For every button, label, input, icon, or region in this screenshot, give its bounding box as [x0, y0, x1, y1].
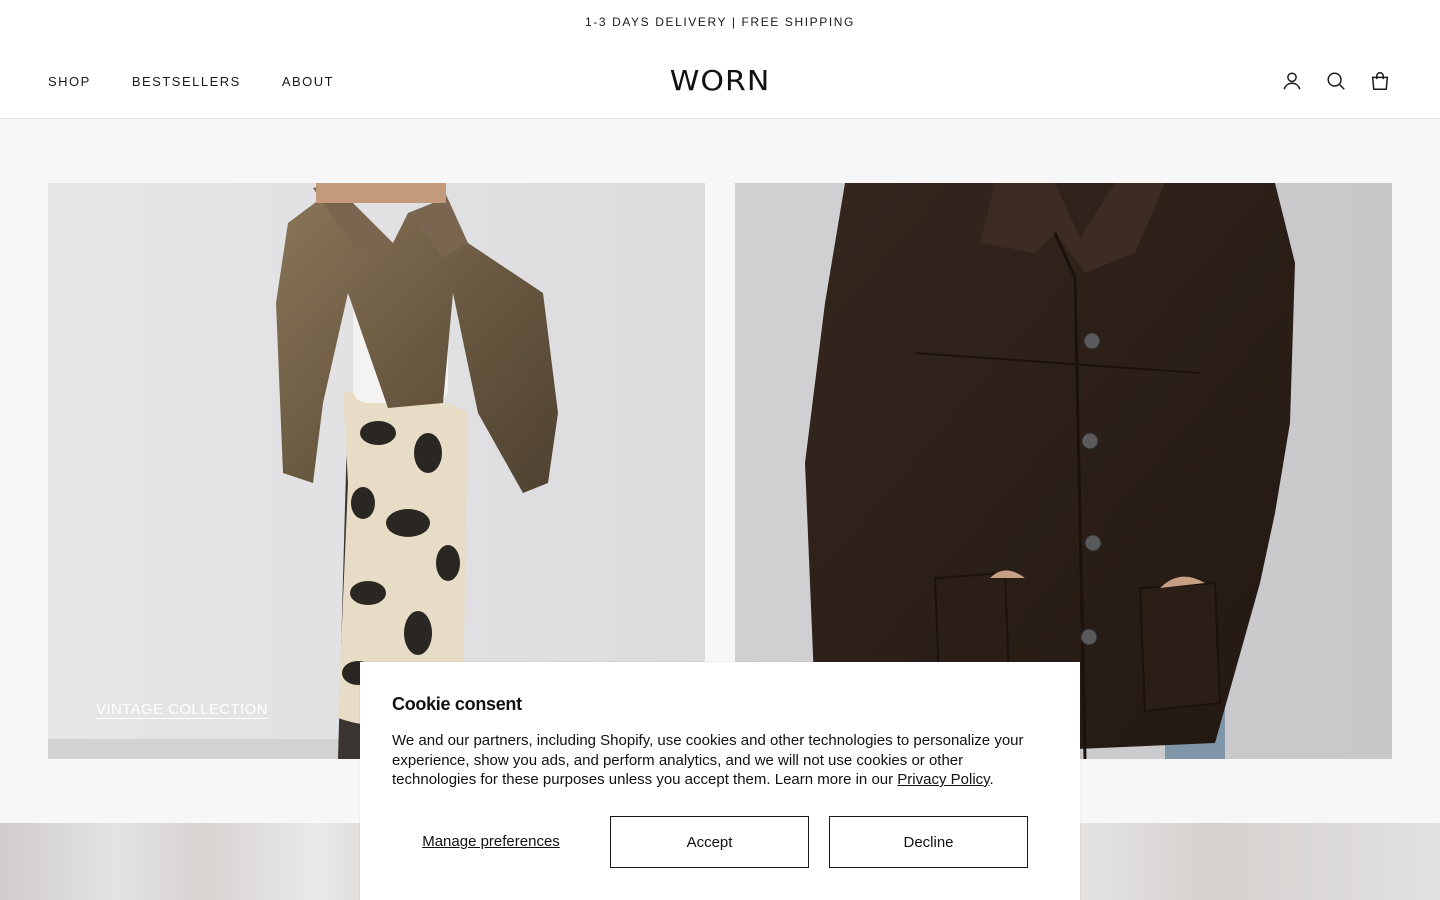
cookie-actions: Manage preferences Accept Decline: [392, 816, 1048, 868]
accept-button[interactable]: Accept: [610, 816, 809, 868]
announcement-text: 1-3 DAYS DELIVERY | FREE SHIPPING: [585, 15, 855, 29]
decline-button[interactable]: Decline: [829, 816, 1028, 868]
main-nav: SHOP BESTSELLERS ABOUT: [48, 44, 375, 118]
nav-about[interactable]: ABOUT: [282, 74, 334, 89]
cart-icon[interactable]: [1368, 69, 1392, 93]
manage-preferences-button[interactable]: Manage preferences: [392, 833, 590, 851]
nav-bestsellers[interactable]: BESTSELLERS: [132, 74, 241, 89]
announcement-bar: 1-3 DAYS DELIVERY | FREE SHIPPING: [0, 0, 1440, 44]
cookie-consent-dialog: Cookie consent We and our partners, incl…: [360, 662, 1080, 900]
nav-shop[interactable]: SHOP: [48, 74, 91, 89]
privacy-policy-link[interactable]: Privacy Policy: [897, 771, 989, 788]
search-icon[interactable]: [1324, 69, 1348, 93]
cookie-body-end: .: [989, 771, 994, 788]
cookie-body: We and our partners, including Shopify, …: [392, 731, 1032, 790]
logo[interactable]: WORN: [620, 47, 820, 115]
cookie-title: Cookie consent: [392, 694, 522, 714]
account-icon[interactable]: [1280, 69, 1304, 93]
header-icons: [1260, 44, 1392, 118]
site-header: SHOP BESTSELLERS ABOUT WORN: [0, 44, 1440, 119]
vintage-collection-link[interactable]: VINTAGE COLLECTION: [96, 701, 268, 718]
